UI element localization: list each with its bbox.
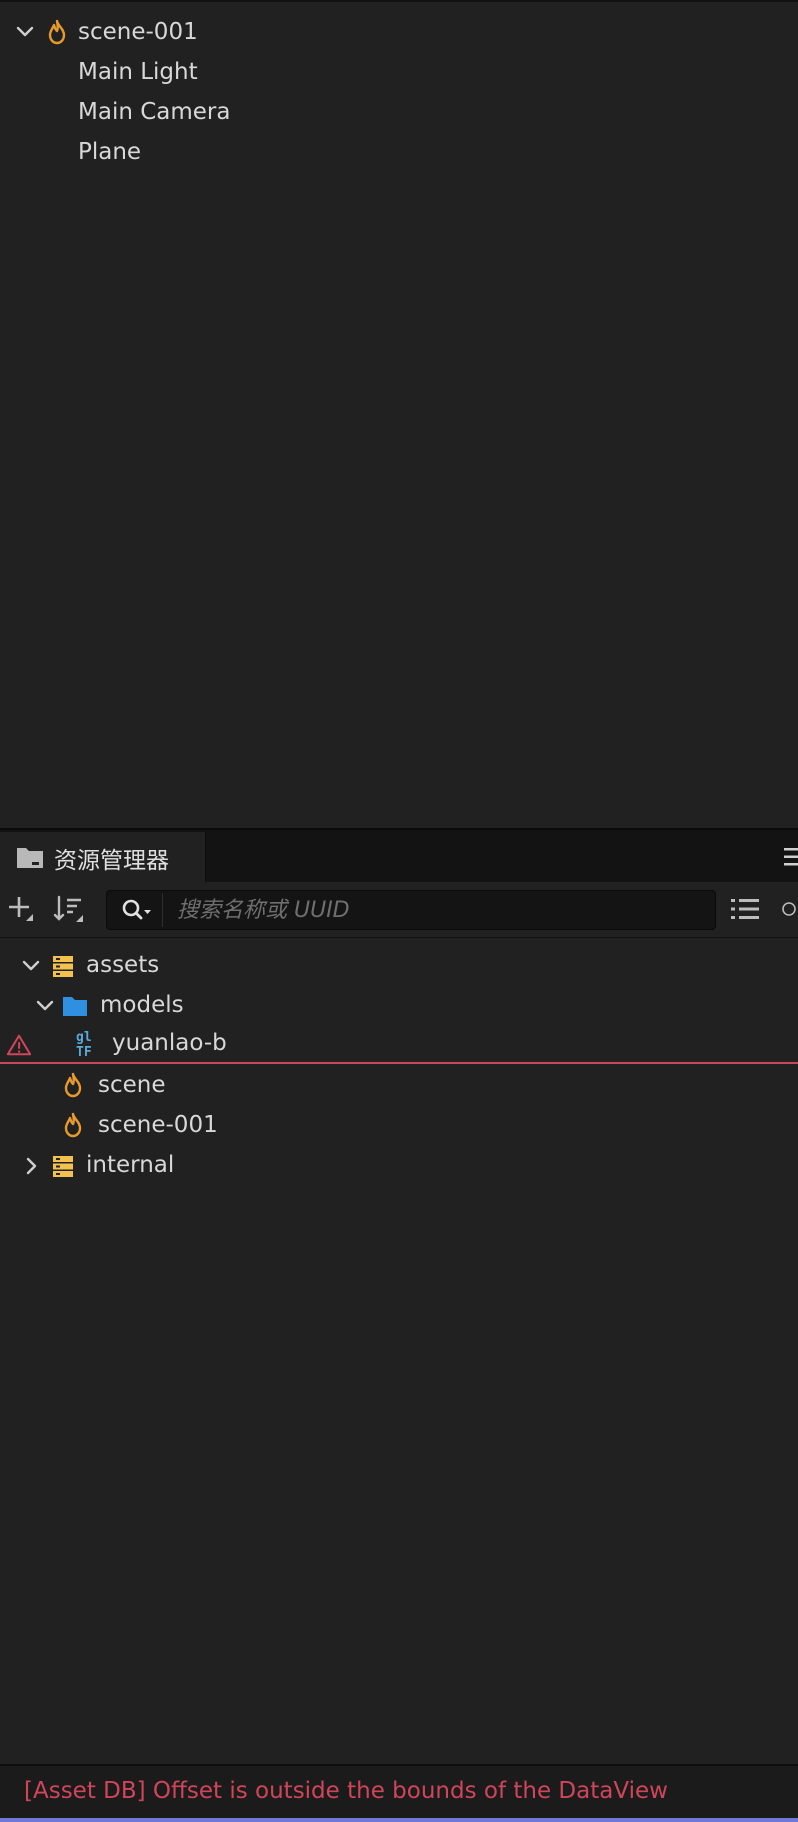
asset-label: yuanlao-b <box>112 1030 227 1056</box>
assets-panel: 资源管理器 搜索名称或 UUID assets models gl TF yua… <box>0 828 798 1764</box>
database-icon <box>50 1153 76 1179</box>
add-asset-button[interactable] <box>4 892 38 926</box>
search-input[interactable] <box>175 893 705 927</box>
hierarchy-panel: scene-001 Main Light Main Camera Plane <box>0 0 798 828</box>
hierarchy-root-row[interactable]: scene-001 <box>0 12 798 52</box>
node-label: Plane <box>78 139 142 165</box>
tab-assets[interactable]: 资源管理器 <box>0 832 206 884</box>
scene-flame-icon <box>60 1072 86 1098</box>
status-message[interactable]: [Asset DB] Offset is outside the bounds … <box>24 1778 668 1804</box>
chevron-down-icon[interactable] <box>20 955 42 977</box>
asset-label: scene-001 <box>98 1112 218 1138</box>
search-divider <box>162 893 163 927</box>
asset-label: models <box>100 992 184 1018</box>
asset-row-assets[interactable]: assets <box>0 946 798 986</box>
hierarchy-node-main-light[interactable]: Main Light <box>0 52 798 92</box>
refresh-icon[interactable] <box>780 892 798 926</box>
node-label: Main Camera <box>78 99 231 125</box>
scene-flame-icon <box>44 19 70 45</box>
svg-text:gl: gl <box>76 1030 92 1045</box>
asset-row-scene-001[interactable]: scene-001 <box>0 1106 798 1146</box>
asset-row-yuanlao-b[interactable]: gl TF yuanlao-b <box>0 1024 798 1064</box>
status-bar: [Asset DB] Offset is outside the bounds … <box>0 1764 798 1822</box>
database-icon <box>50 953 76 979</box>
scene-flame-icon <box>60 1112 86 1138</box>
panel-tabbar: 资源管理器 <box>0 828 798 884</box>
asset-row-scene[interactable]: scene <box>0 1066 798 1106</box>
asset-row-models[interactable]: models <box>0 986 798 1026</box>
chevron-down-icon[interactable] <box>34 995 56 1017</box>
asset-label: scene <box>98 1072 166 1098</box>
hierarchy-node-plane[interactable]: Plane <box>0 132 798 172</box>
chevron-right-icon[interactable] <box>20 1155 42 1177</box>
list-view-icon[interactable] <box>728 892 762 926</box>
hierarchy-node-main-camera[interactable]: Main Camera <box>0 92 798 132</box>
node-label: Main Light <box>78 59 198 85</box>
editor-window: scene-001 Main Light Main Camera Plane 资… <box>0 0 798 1822</box>
folder-icon <box>16 845 44 873</box>
asset-tree: assets models gl TF yuanlao-b scene scen… <box>0 938 798 1764</box>
asset-label: assets <box>86 952 160 978</box>
gltf-icon: gl TF <box>74 1030 100 1058</box>
asset-label: internal <box>86 1152 175 1178</box>
asset-row-internal[interactable]: internal <box>0 1146 798 1186</box>
search-icon[interactable] <box>117 895 157 925</box>
svg-text:TF: TF <box>76 1045 92 1058</box>
panel-menu-icon[interactable] <box>782 844 798 870</box>
chevron-down-icon[interactable] <box>14 21 36 43</box>
warning-icon <box>6 1032 32 1058</box>
assets-toolbar <box>0 882 798 938</box>
search-box <box>106 890 716 930</box>
tab-label: 资源管理器 <box>54 848 169 874</box>
hierarchy-root-label: scene-001 <box>78 19 198 45</box>
folder-icon <box>62 993 88 1019</box>
sort-button[interactable] <box>52 892 86 926</box>
